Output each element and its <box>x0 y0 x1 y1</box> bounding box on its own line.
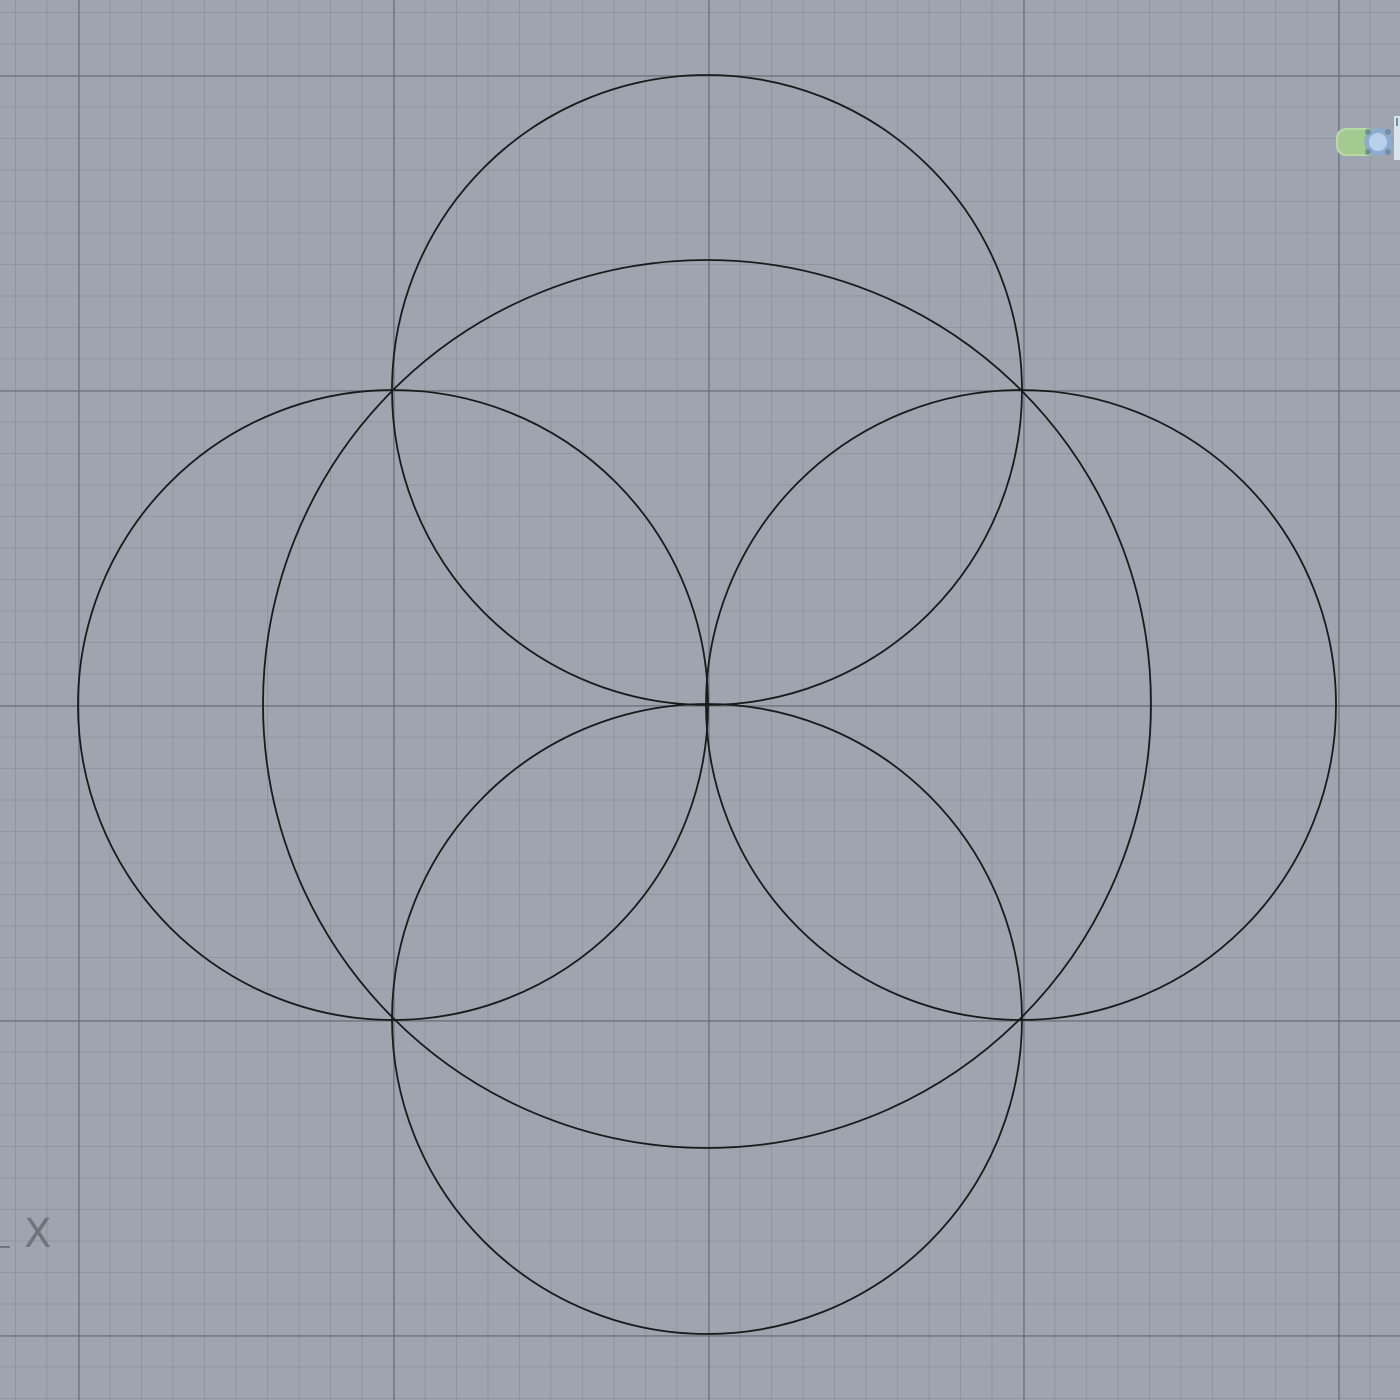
gumball-widget-icon[interactable] <box>1334 112 1400 162</box>
geometry-layer[interactable] <box>0 0 1400 1400</box>
modeling-viewport[interactable]: X <box>0 0 1400 1400</box>
curve-circle-right[interactable] <box>705 389 1337 1021</box>
curve-circle-bottom[interactable] <box>391 703 1023 1335</box>
curve-circle-left[interactable] <box>77 389 709 1021</box>
axis-x-label: X <box>24 1211 52 1257</box>
world-axis-indicator: X <box>0 1208 51 1254</box>
curve-circle-top[interactable] <box>391 74 1023 706</box>
axis-line <box>0 1246 10 1248</box>
